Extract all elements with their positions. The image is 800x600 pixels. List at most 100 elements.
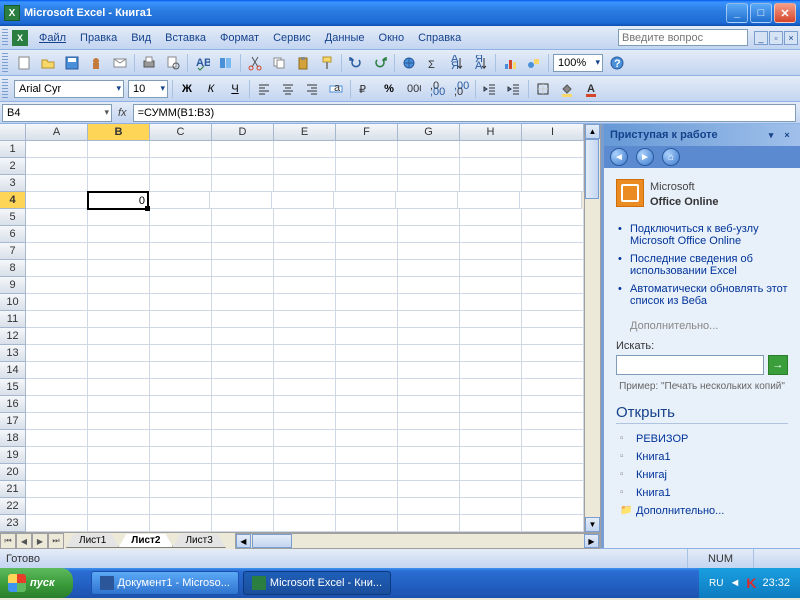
select-all-corner[interactable] [0,124,26,140]
cell-C22[interactable] [150,498,212,515]
menu-window[interactable]: Окно [372,29,412,47]
cell-H18[interactable] [460,430,522,447]
scroll-up-button[interactable]: ▲ [585,124,600,139]
cell-C4[interactable] [148,192,210,209]
cell-B18[interactable] [88,430,150,447]
borders-button[interactable] [532,78,554,100]
tab-nav-last[interactable]: ⏭ [48,533,64,549]
cell-H19[interactable] [460,447,522,464]
cell-D23[interactable] [212,515,274,532]
cell-A16[interactable] [26,396,88,413]
cell-I17[interactable] [522,413,584,430]
cell-D1[interactable] [212,141,274,158]
recent-file-link[interactable]: Книгај [616,466,788,484]
cell-G3[interactable] [398,175,460,192]
cell-D22[interactable] [212,498,274,515]
insert-function-button[interactable]: fx [118,107,127,119]
cell-H3[interactable] [460,175,522,192]
copy-button[interactable] [268,52,290,74]
save-button[interactable] [61,52,83,74]
cell-B11[interactable] [88,311,150,328]
email-button[interactable] [109,52,131,74]
tab-nav-prev[interactable]: ◀ [16,533,32,549]
cell-G1[interactable] [398,141,460,158]
cell-F11[interactable] [336,311,398,328]
cell-C7[interactable] [150,243,212,260]
underline-button[interactable]: Ч [224,78,246,100]
row-header-1[interactable]: 1 [0,141,26,158]
font-name-select[interactable]: Arial Cyr [14,80,124,98]
cell-C23[interactable] [150,515,212,532]
cell-I14[interactable] [522,362,584,379]
row-header-7[interactable]: 7 [0,243,26,260]
cell-G4[interactable] [396,192,458,209]
cell-B1[interactable] [88,141,150,158]
task-pane-forward-button[interactable]: ► [636,148,654,166]
cell-E19[interactable] [274,447,336,464]
row-header-11[interactable]: 11 [0,311,26,328]
minimize-button[interactable]: _ [726,3,748,23]
tray-show-hidden-icon[interactable]: ◄ [729,577,740,589]
cell-A12[interactable] [26,328,88,345]
tray-clock[interactable]: 23:32 [762,577,790,589]
align-center-button[interactable] [277,78,299,100]
column-header-I[interactable]: I [522,124,584,140]
cell-B19[interactable] [88,447,150,464]
align-left-button[interactable] [253,78,275,100]
cell-D16[interactable] [212,396,274,413]
cell-C16[interactable] [150,396,212,413]
cell-F23[interactable] [336,515,398,532]
cell-E9[interactable] [274,277,336,294]
cell-F2[interactable] [336,158,398,175]
permission-button[interactable] [85,52,107,74]
bold-button[interactable]: Ж [176,78,198,100]
cell-A22[interactable] [26,498,88,515]
cell-E21[interactable] [274,481,336,498]
cell-I2[interactable] [522,158,584,175]
cell-G9[interactable] [398,277,460,294]
row-header-13[interactable]: 13 [0,345,26,362]
help-question-input[interactable] [618,29,748,46]
row-header-20[interactable]: 20 [0,464,26,481]
scroll-right-button[interactable]: ▶ [584,534,599,548]
cell-C21[interactable] [150,481,212,498]
cell-D11[interactable] [212,311,274,328]
cell-A5[interactable] [26,209,88,226]
cell-F6[interactable] [336,226,398,243]
cell-I4[interactable] [520,192,582,209]
tab-nav-first[interactable]: ⏮ [0,533,16,549]
cell-D18[interactable] [212,430,274,447]
sheet-tab-Лист2[interactable]: Лист2 [118,534,173,548]
toolbar-grip[interactable] [2,53,8,73]
cell-I15[interactable] [522,379,584,396]
task-pane-link[interactable]: Автоматически обновлять этот список из В… [616,280,788,310]
row-header-17[interactable]: 17 [0,413,26,430]
task-pane-home-button[interactable]: ⌂ [662,148,680,166]
menu-file[interactable]: Файл [32,29,73,47]
cell-E11[interactable] [274,311,336,328]
cell-C8[interactable] [150,260,212,277]
menu-help[interactable]: Справка [411,29,468,47]
kaspersky-tray-icon[interactable]: K [746,575,756,591]
cell-D2[interactable] [212,158,274,175]
cell-A3[interactable] [26,175,88,192]
cell-E22[interactable] [274,498,336,515]
cell-D5[interactable] [212,209,274,226]
cell-E17[interactable] [274,413,336,430]
cell-E14[interactable] [274,362,336,379]
cell-C3[interactable] [150,175,212,192]
cell-F13[interactable] [336,345,398,362]
cell-C12[interactable] [150,328,212,345]
horizontal-scrollbar[interactable]: ◀ ▶ [235,533,600,549]
cell-D9[interactable] [212,277,274,294]
cell-B9[interactable] [88,277,150,294]
mdi-close[interactable]: × [784,31,798,45]
task-pane-more-link[interactable]: Дополнительно... [616,320,788,332]
task-pane-link[interactable]: Подключиться к веб-узлу Microsoft Office… [616,220,788,250]
cell-B13[interactable] [88,345,150,362]
cell-C14[interactable] [150,362,212,379]
cell-C1[interactable] [150,141,212,158]
cell-F4[interactable] [334,192,396,209]
print-button[interactable] [138,52,160,74]
merge-center-button[interactable]: a [325,78,347,100]
